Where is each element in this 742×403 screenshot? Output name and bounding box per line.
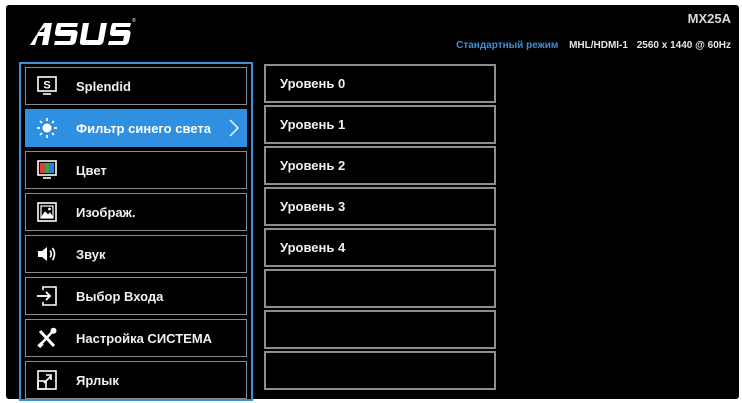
resolution: 2560 x 1440 @ 60Hz bbox=[636, 40, 731, 51]
menu-item-label: Изображ. bbox=[76, 204, 136, 220]
menu-item-color[interactable]: Цвет bbox=[25, 151, 247, 189]
menu-item-shortcut[interactable]: Ярлык bbox=[25, 361, 247, 399]
shortcut-icon bbox=[36, 369, 58, 391]
model-name: MX25A bbox=[687, 11, 731, 26]
menu-item-label: Звук bbox=[76, 246, 106, 262]
menu-item-input-select[interactable]: Выбор Входа bbox=[25, 277, 247, 315]
submenu-item-empty bbox=[264, 310, 496, 349]
status-bar: Стандартный режим MHL/HDMI-1 2560 x 1440… bbox=[456, 40, 731, 51]
tools-icon bbox=[36, 327, 58, 349]
submenu-item-level-0[interactable]: Уровень 0 bbox=[264, 64, 496, 103]
submenu-item-empty bbox=[264, 269, 496, 308]
submenu-item-level-4[interactable]: Уровень 4 bbox=[264, 228, 496, 267]
splendid-icon: S bbox=[36, 75, 58, 97]
menu-item-label: Фильтр синего света bbox=[76, 120, 211, 136]
display-mode: Стандартный режим bbox=[456, 40, 559, 51]
menu-item-label: Цвет bbox=[76, 162, 107, 178]
blue-light-icon bbox=[36, 117, 58, 139]
input-select-icon bbox=[36, 285, 58, 307]
main-menu: S Splendid Фильтр синего света Цвет Изоб… bbox=[19, 62, 253, 401]
svg-text:S: S bbox=[43, 80, 50, 92]
submenu-item-level-1[interactable]: Уровень 1 bbox=[264, 105, 496, 144]
chevron-right-icon bbox=[229, 119, 239, 137]
osd-menu-window: ® MX25A Стандартный режим MHL/HDMI-1 256… bbox=[6, 5, 739, 401]
speaker-icon bbox=[36, 243, 58, 265]
menu-item-sound[interactable]: Звук bbox=[25, 235, 247, 273]
submenu-item-empty bbox=[264, 351, 496, 390]
asus-logo bbox=[30, 23, 131, 45]
menu-item-system-setup[interactable]: Настройка СИСТЕМА bbox=[25, 319, 247, 357]
color-icon bbox=[36, 159, 58, 181]
submenu-item-level-2[interactable]: Уровень 2 bbox=[264, 146, 496, 185]
menu-item-label: Splendid bbox=[76, 78, 131, 94]
menu-item-blue-light-filter[interactable]: Фильтр синего света bbox=[25, 109, 247, 147]
menu-item-label: Настройка СИСТЕМА bbox=[76, 330, 213, 346]
menu-item-label: Выбор Входа bbox=[76, 288, 164, 304]
menu-item-image[interactable]: Изображ. bbox=[25, 193, 247, 231]
menu-item-label: Ярлык bbox=[76, 372, 119, 388]
submenu-item-level-3[interactable]: Уровень 3 bbox=[264, 187, 496, 226]
menu-item-splendid[interactable]: S Splendid bbox=[25, 67, 247, 105]
registered-mark: ® bbox=[132, 18, 136, 24]
image-icon bbox=[36, 201, 58, 223]
input-source: MHL/HDMI-1 bbox=[569, 40, 628, 51]
blue-light-submenu: Уровень 0 Уровень 1 Уровень 2 Уровень 3 … bbox=[264, 64, 498, 399]
